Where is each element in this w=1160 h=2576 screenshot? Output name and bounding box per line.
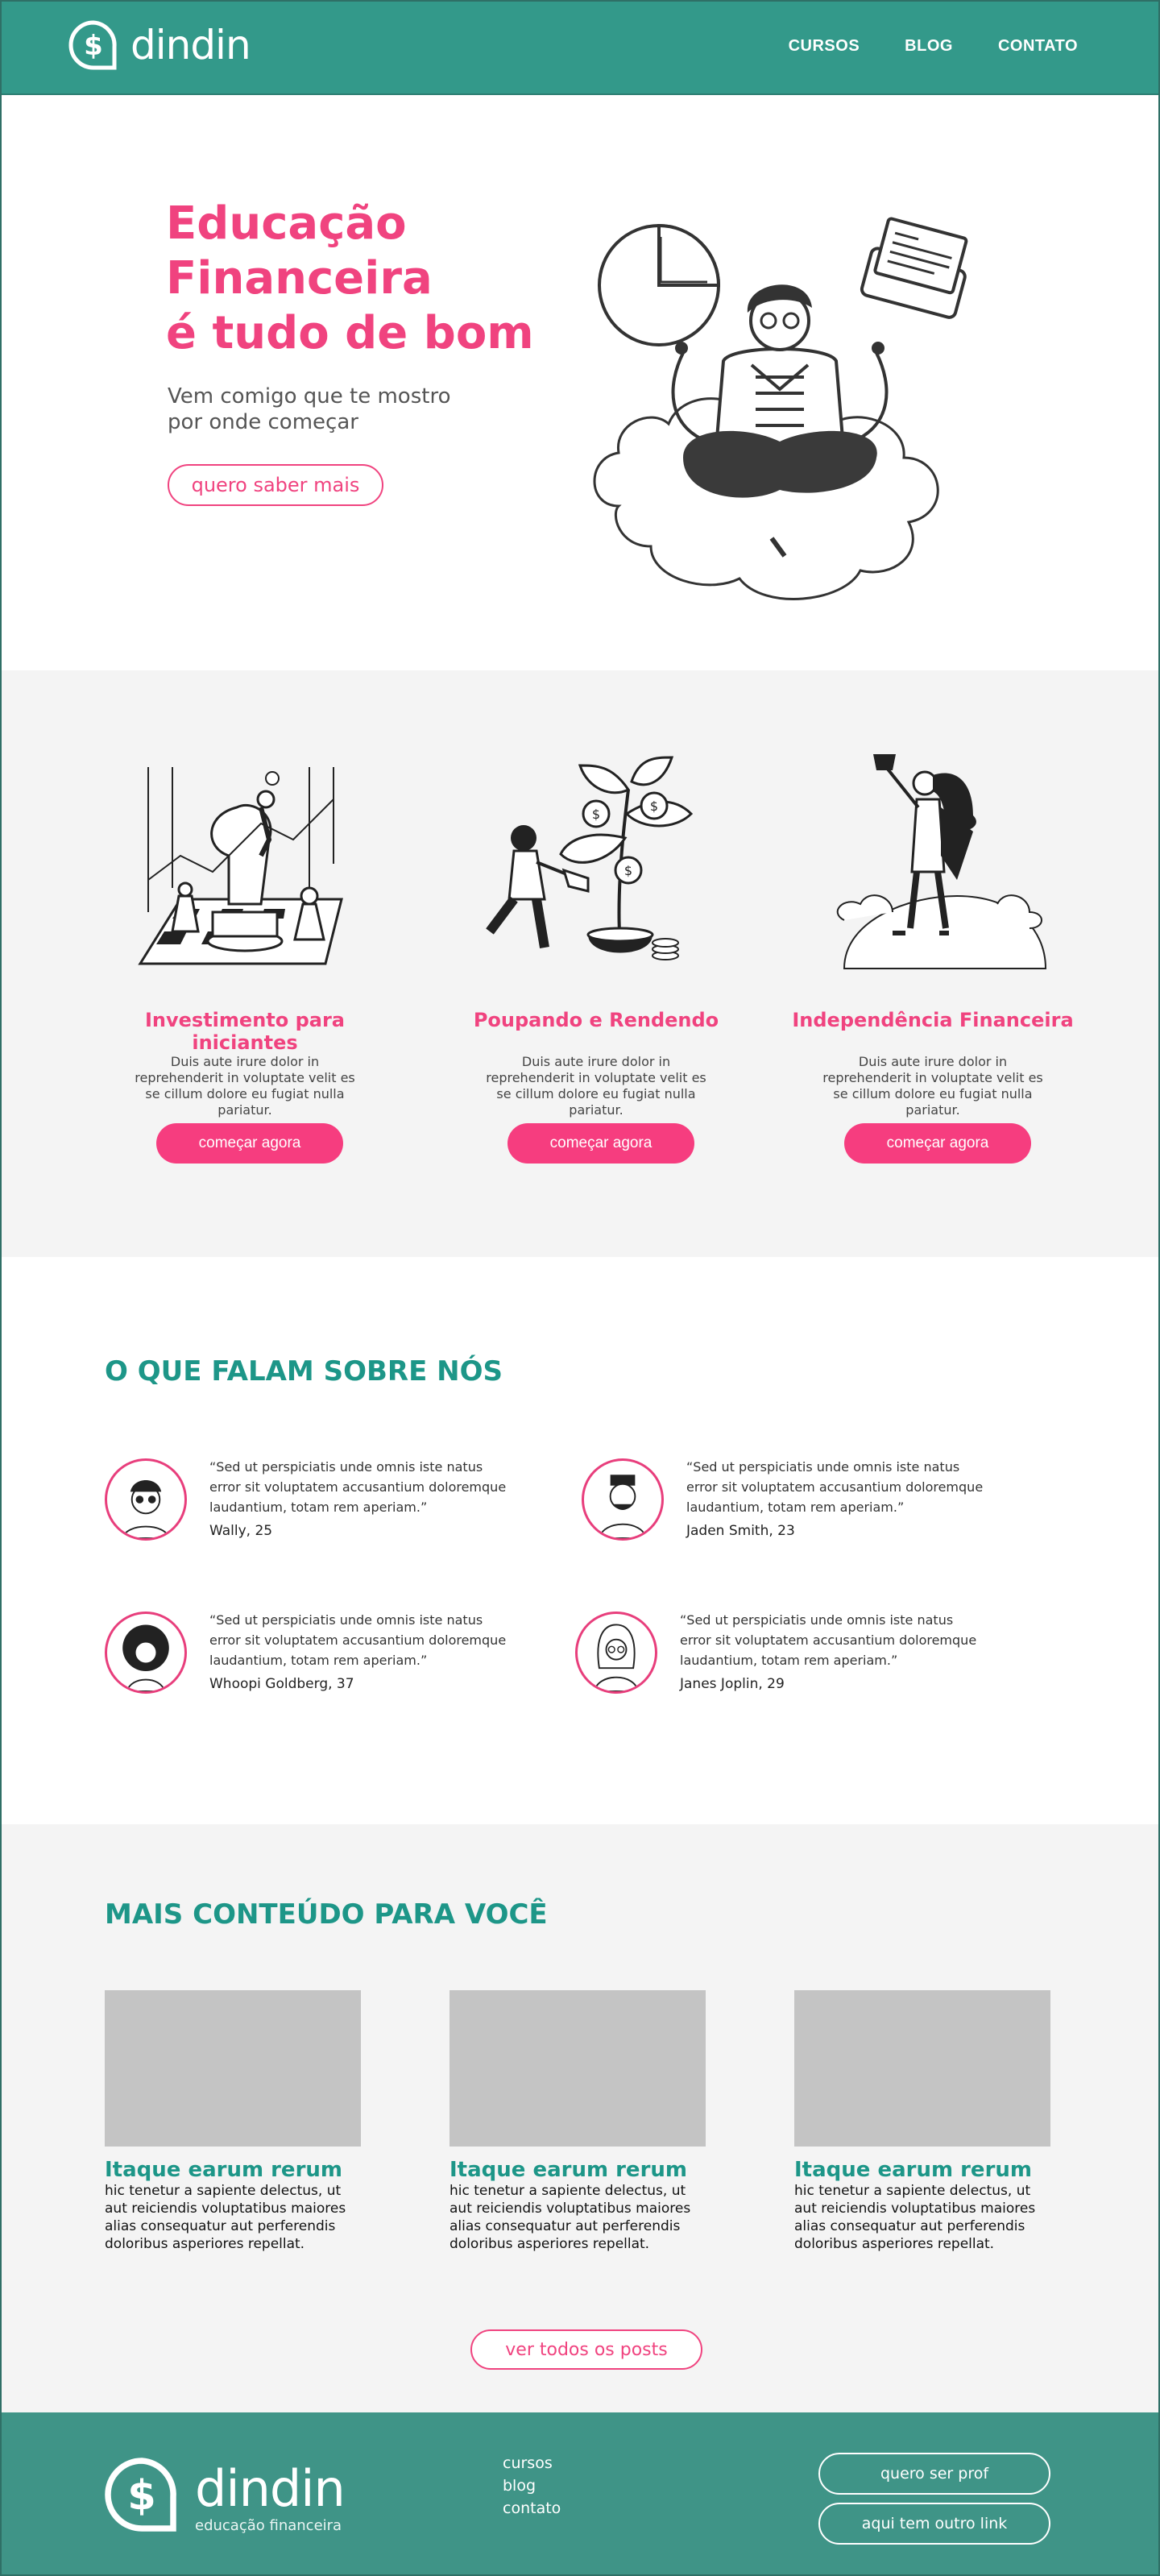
jaden-avatar-icon: [599, 1475, 647, 1538]
testimonials-title: O QUE FALAM SOBRE NÓS: [105, 1355, 503, 1388]
hero-cta-button[interactable]: quero saber mais: [168, 464, 383, 506]
svg-text:$: $: [127, 2472, 156, 2520]
svg-text:$: $: [84, 30, 103, 62]
footer-nav: cursos blog contato: [503, 2454, 561, 2517]
hero-title: Educação Financeira é tudo de bom: [166, 197, 536, 361]
feature-text: Duis aute irure dolor in reprehenderit i…: [135, 1054, 355, 1118]
post-thumbnail[interactable]: [450, 1990, 706, 2147]
comecar-agora-button[interactable]: começar agora: [844, 1123, 1031, 1164]
site-footer: $ dindin educação financeira cursos blog…: [2, 2412, 1158, 2574]
testimonial: “Sed ut perspiciatis unde omnis iste nat…: [105, 1458, 524, 1547]
whoopi-avatar-icon: [122, 1624, 169, 1691]
feature-text: Duis aute irure dolor in reprehenderit i…: [822, 1054, 1043, 1118]
hero-subtitle-line: por onde começar: [168, 410, 358, 434]
hero-trophy-illustration: [836, 754, 1047, 969]
hero-title-line: Financeira: [166, 252, 433, 305]
testimonial: “Sed ut perspiciatis unde omnis iste nat…: [575, 1612, 994, 1700]
chess-illustration: [138, 767, 343, 965]
svg-text:$: $: [624, 863, 632, 878]
more-content-section: MAIS CONTEÚDO PARA VOCÊ Itaque earum rer…: [2, 1824, 1158, 2412]
quero-ser-prof-button[interactable]: quero ser prof: [818, 2453, 1050, 2495]
testimonial-quote: “Sed ut perspiciatis unde omnis iste nat…: [209, 1612, 507, 1668]
post-excerpt: hic tenetur a sapiente delectus, ut aut …: [105, 2183, 346, 2252]
testimonial-author: Janes Joplin, 29: [680, 1676, 785, 1692]
janes-avatar-icon: [594, 1624, 639, 1691]
testimonial-author: Whoopi Goldberg, 37: [209, 1676, 354, 1692]
dollar-bubble-icon: $: [68, 20, 117, 70]
footer-link-blog[interactable]: blog: [503, 2477, 561, 2495]
view-all-posts-button[interactable]: ver todos os posts: [470, 2329, 702, 2370]
post-card[interactable]: Itaque earum rerum hic tenetur a sapient…: [450, 1990, 706, 2253]
post-title[interactable]: Itaque earum rerum: [450, 2158, 706, 2182]
avatar: [105, 1458, 187, 1541]
feature-title: Investimento para iniciantes: [144, 1009, 345, 1054]
header-brand-name: dindin: [130, 22, 251, 68]
comecar-agora-button[interactable]: começar agora: [508, 1123, 694, 1164]
dollar-bubble-icon: $: [105, 2458, 176, 2532]
header-logo[interactable]: $ dindin: [68, 19, 251, 71]
testimonial-quote: “Sed ut perspiciatis unde omnis iste nat…: [686, 1459, 984, 1515]
testimonial-quote: “Sed ut perspiciatis unde omnis iste nat…: [209, 1459, 507, 1515]
feature-text: Duis aute irure dolor in reprehenderit i…: [486, 1054, 706, 1118]
post-card[interactable]: Itaque earum rerum hic tenetur a sapient…: [794, 1990, 1050, 2253]
footer-link-contato[interactable]: contato: [503, 2499, 561, 2517]
main-nav: CURSOS BLOG CONTATO: [789, 37, 1078, 56]
page: $ dindin CURSOS BLOG CONTATO Educação Fi…: [0, 0, 1160, 2576]
testimonial-author: Wally, 25: [209, 1523, 273, 1539]
meditating-person-illustration: [593, 217, 968, 600]
nav-contato[interactable]: CONTATO: [998, 37, 1078, 56]
post-title[interactable]: Itaque earum rerum: [794, 2158, 1050, 2182]
more-content-title: MAIS CONTEÚDO PARA VOCÊ: [105, 1898, 548, 1931]
hero-subtitle-line: Vem comigo que te mostro: [168, 384, 451, 409]
hero-section: Educação Financeira é tudo de bom Vem co…: [2, 95, 1158, 670]
feature-title: Independência Financeira: [792, 1009, 1074, 1031]
avatar: [582, 1458, 664, 1541]
avatar: [575, 1612, 657, 1694]
feature-title: Poupando e Rendendo: [473, 1009, 719, 1031]
hero-subtitle: Vem comigo que te mostro por onde começa…: [168, 384, 474, 435]
footer-tagline: educação financeira: [195, 2517, 342, 2534]
wally-avatar-icon: [122, 1480, 170, 1538]
footer-brand: dindin educação financeira: [195, 2459, 346, 2535]
testimonial: “Sed ut perspiciatis unde omnis iste nat…: [105, 1612, 524, 1700]
post-card[interactable]: Itaque earum rerum hic tenetur a sapient…: [105, 1990, 361, 2253]
testimonial: “Sed ut perspiciatis unde omnis iste nat…: [582, 1458, 1000, 1547]
testimonial-author: Jaden Smith, 23: [686, 1523, 795, 1539]
testimonial-quote: “Sed ut perspiciatis unde omnis iste nat…: [680, 1612, 977, 1668]
footer-logo[interactable]: $ dindin educação financeira: [103, 2456, 346, 2535]
svg-text:$: $: [650, 799, 658, 814]
post-excerpt: hic tenetur a sapiente delectus, ut aut …: [450, 2183, 691, 2252]
nav-blog[interactable]: BLOG: [905, 37, 953, 56]
post-excerpt: hic tenetur a sapiente delectus, ut aut …: [794, 2183, 1036, 2252]
site-header: $ dindin CURSOS BLOG CONTATO: [2, 2, 1158, 95]
post-thumbnail[interactable]: [105, 1990, 361, 2147]
avatar: [105, 1612, 187, 1694]
footer-brand-name: dindin: [195, 2459, 346, 2518]
footer-link-cursos[interactable]: cursos: [503, 2454, 561, 2472]
comecar-agora-button[interactable]: começar agora: [156, 1123, 343, 1164]
hero-title-line: é tudo de bom: [166, 307, 534, 359]
outro-link-button[interactable]: aqui tem outro link: [818, 2503, 1050, 2545]
post-thumbnail[interactable]: [794, 1990, 1050, 2147]
hero-title-line: Educação: [166, 197, 407, 250]
post-title[interactable]: Itaque earum rerum: [105, 2158, 361, 2182]
svg-text:$: $: [592, 807, 600, 822]
testimonials-section: O QUE FALAM SOBRE NÓS “Sed ut perspiciat…: [2, 1257, 1158, 1824]
features-section: Investimento para iniciantes Duis aute i…: [2, 670, 1158, 1257]
money-plant-illustration: $ $ $: [486, 756, 694, 960]
nav-cursos[interactable]: CURSOS: [789, 37, 860, 56]
